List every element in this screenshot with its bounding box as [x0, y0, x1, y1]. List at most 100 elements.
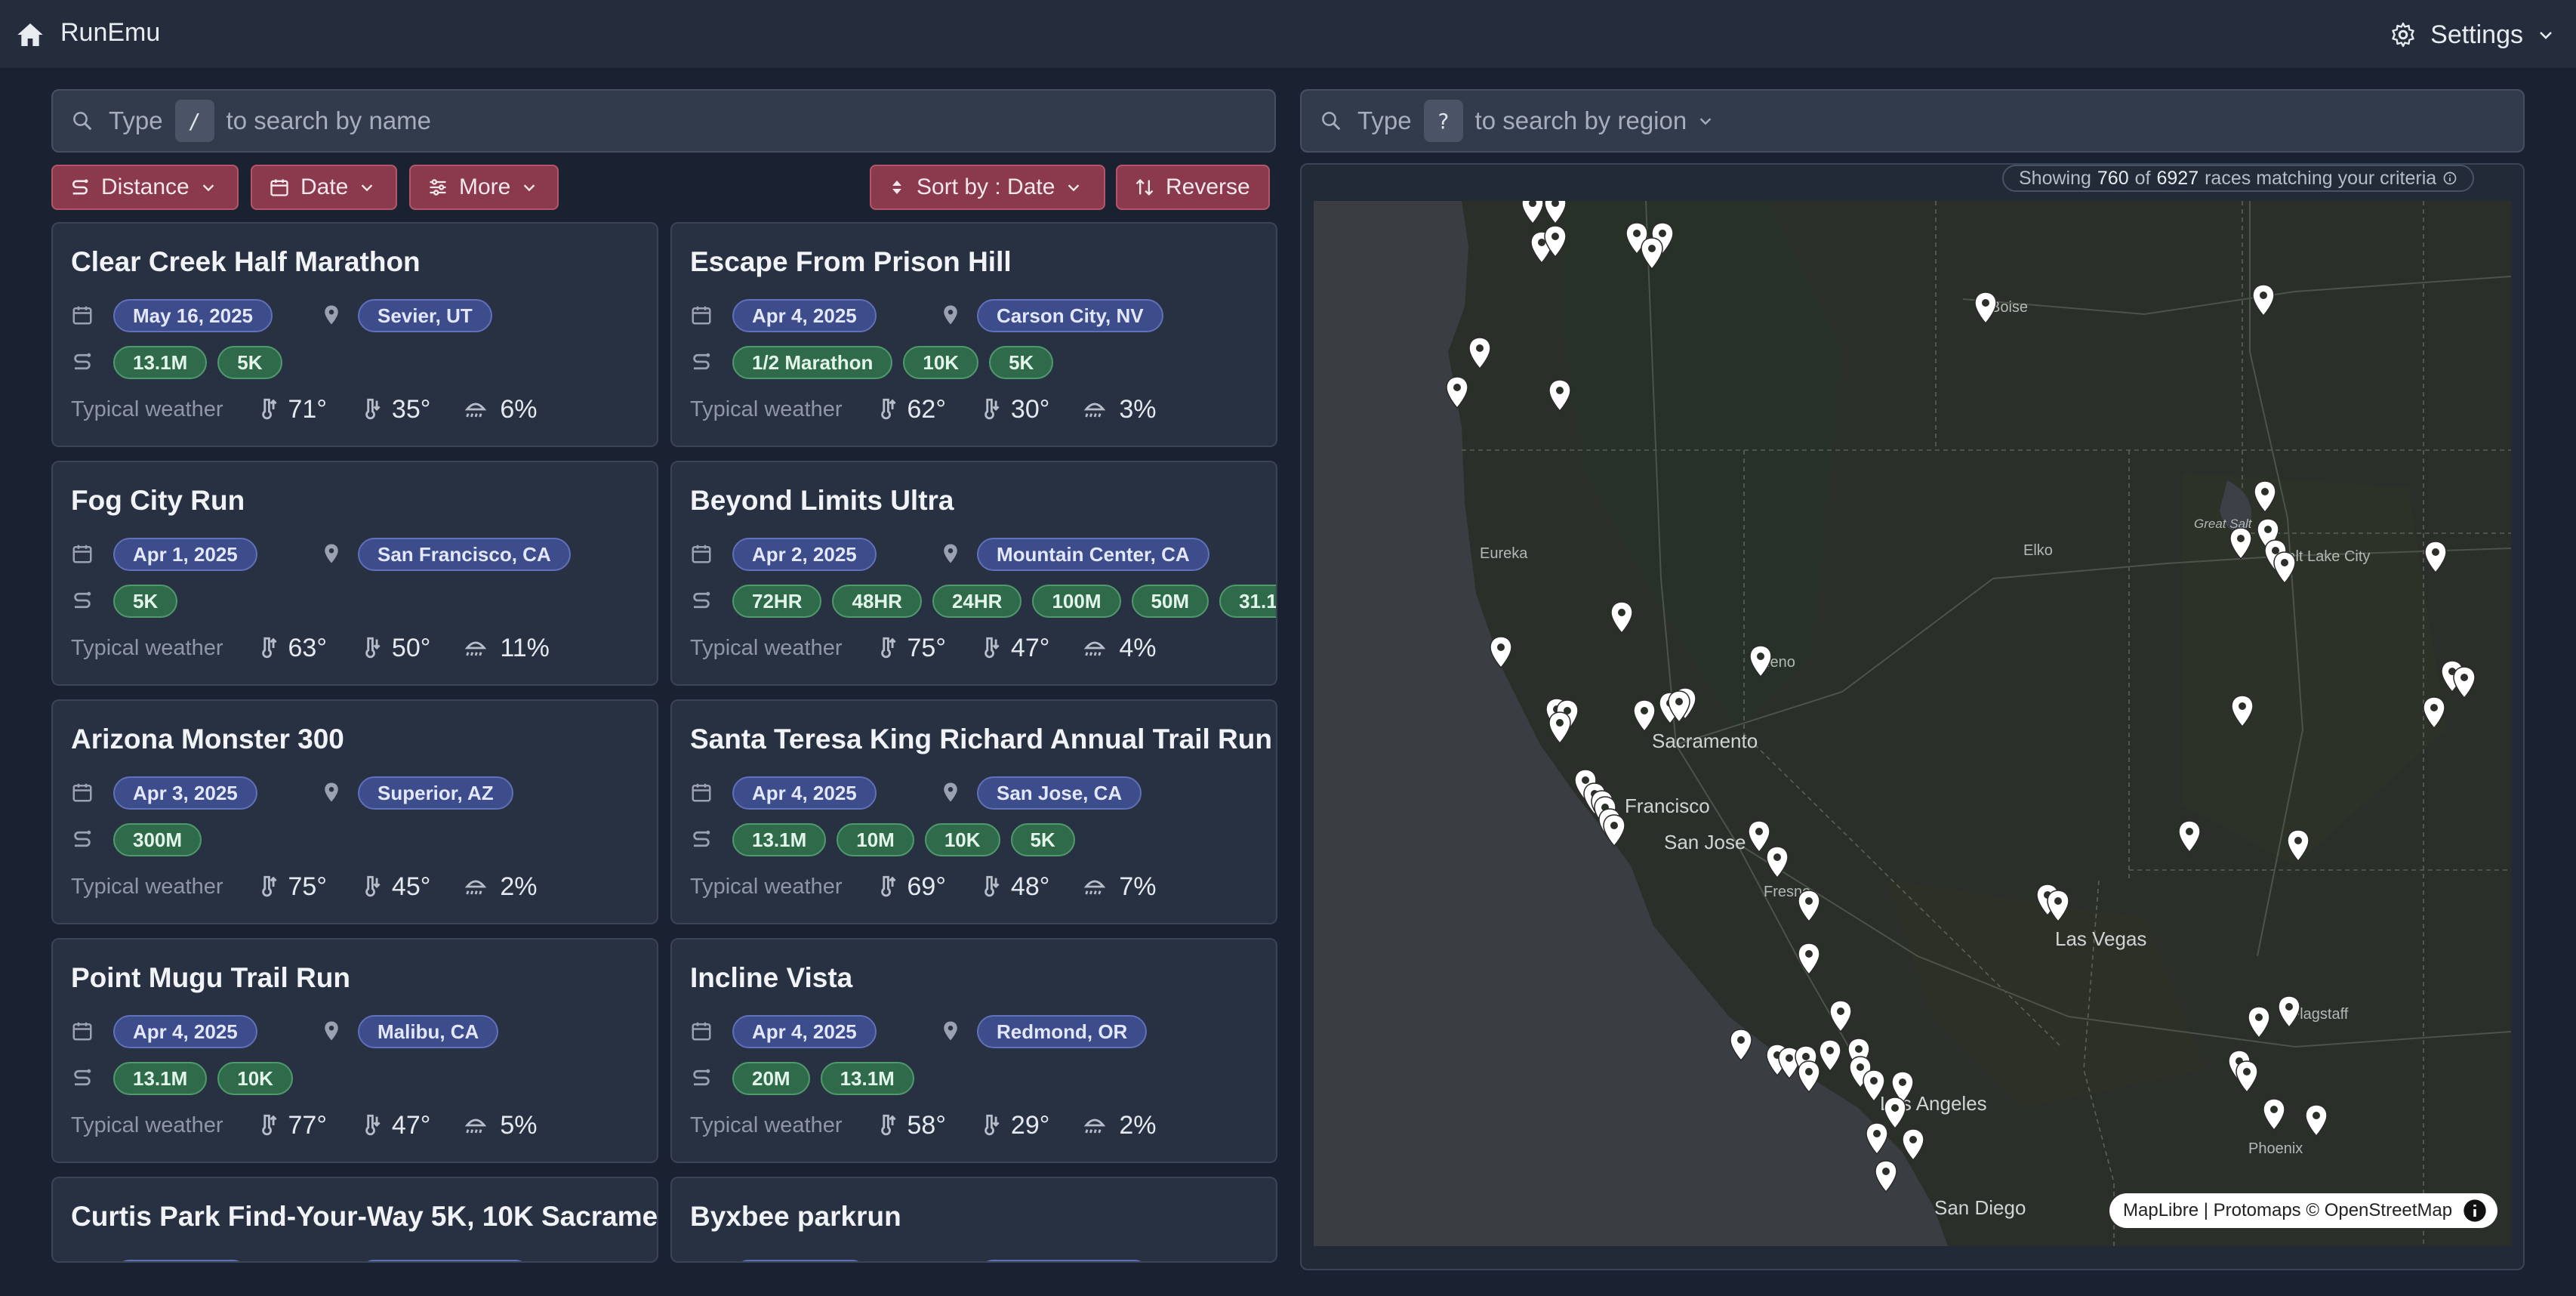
weather-label: Typical weather	[690, 397, 843, 421]
race-map-pin[interactable]	[1548, 711, 1572, 745]
typical-weather: Typical weather 69° 48° 7%	[690, 870, 1156, 903]
race-title[interactable]: Byxbee parkrun	[690, 1201, 901, 1233]
distance-chip: 5K	[1010, 823, 1075, 856]
race-map[interactable]: Sacramento Francisco San Jose Las Vegas …	[1314, 201, 2511, 1246]
race-card[interactable]: Santa Teresa King Richard Annual Trail R…	[670, 699, 1277, 924]
race-map-pin[interactable]	[2177, 820, 2202, 853]
race-map-pin[interactable]	[2262, 1098, 2286, 1131]
race-map-pin[interactable]	[1489, 636, 1513, 669]
race-location-chip[interactable]: Malibu, CA	[358, 1015, 499, 1048]
distance-chips: 5K	[113, 585, 178, 618]
race-card[interactable]: Beyond Limits Ultra Apr 2, 2025 Mountain C…	[670, 461, 1277, 686]
race-title[interactable]: Arizona Monster 300	[71, 724, 344, 755]
race-card[interactable]: Byxbee parkrun	[670, 1177, 1277, 1263]
race-title[interactable]: Point Mugu Trail Run	[71, 962, 350, 994]
thermometer-high-icon	[255, 635, 281, 661]
race-map-pin[interactable]	[1543, 225, 1567, 258]
race-map-pin[interactable]	[1901, 1128, 1925, 1162]
race-title[interactable]: Santa Teresa King Richard Annual Trail R…	[690, 724, 1272, 755]
race-card[interactable]: Fog City Run Apr 1, 2025 San Francisco, CA…	[51, 461, 658, 686]
map-label-san-francisco: Francisco	[1625, 795, 1710, 817]
race-map-pin[interactable]	[2230, 695, 2254, 728]
race-map-pin[interactable]	[1797, 943, 1821, 976]
race-map-pin[interactable]	[2272, 551, 2297, 585]
race-map-pin[interactable]	[2423, 541, 2448, 574]
home-icon[interactable]	[15, 20, 45, 50]
info-icon[interactable]	[2442, 171, 2457, 186]
race-map-pin[interactable]	[1468, 337, 1492, 370]
race-card[interactable]: Point Mugu Trail Run Apr 4, 2025 Malibu, C…	[51, 938, 658, 1163]
race-map-pin[interactable]	[2247, 1006, 2271, 1039]
race-location-chip[interactable]: Superior, AZ	[358, 776, 513, 810]
race-map-pin[interactable]	[1640, 237, 1664, 270]
race-map-pin[interactable]	[2253, 480, 2277, 514]
race-map-pin[interactable]	[1667, 690, 1691, 724]
calendar-icon	[690, 1020, 713, 1042]
race-map-pin[interactable]	[1818, 1039, 1842, 1072]
map-attribution: MapLibre | Protomaps © OpenStreetMap	[2109, 1193, 2498, 1228]
typical-weather: Typical weather 77° 47° 5%	[71, 1109, 537, 1142]
race-map-pin[interactable]	[1543, 201, 1567, 225]
race-title[interactable]: Curtis Park Find-Your-Way 5K, 10K Sacram…	[71, 1201, 657, 1233]
race-location-chip[interactable]: Sevier, UT	[358, 299, 492, 332]
umbrella-rain-icon	[462, 397, 489, 422]
route-icon	[690, 1066, 713, 1089]
race-card[interactable]: Clear Creek Half Marathon May 16, 2025 Sev…	[51, 222, 658, 447]
region-search-input[interactable]: Type ? to search by region	[1300, 89, 2525, 153]
route-icon	[71, 589, 94, 612]
race-title[interactable]: Clear Creek Half Marathon	[71, 246, 421, 278]
distance-chip: 10K	[924, 823, 1000, 856]
sort-button[interactable]: Sort by : Date	[870, 165, 1105, 210]
race-map-pin[interactable]	[1874, 1160, 1898, 1193]
app-title[interactable]: RunEmu	[60, 18, 160, 48]
race-map-pin[interactable]	[1521, 201, 1545, 225]
race-map-pin[interactable]	[1829, 1000, 1853, 1033]
race-location-chip[interactable]: Carson City, NV	[977, 299, 1163, 332]
race-map-pin[interactable]	[2251, 284, 2276, 317]
date-filter-button[interactable]: Date	[251, 165, 397, 210]
reverse-button[interactable]: Reverse	[1116, 165, 1270, 210]
race-map-pin[interactable]	[1632, 699, 1656, 733]
race-map-pin[interactable]	[1548, 379, 1572, 412]
race-map-pin[interactable]	[1602, 814, 1626, 847]
results-total: 6927	[2156, 167, 2199, 189]
race-title[interactable]: Escape From Prison Hill	[690, 246, 1012, 278]
info-icon[interactable]	[2463, 1199, 2487, 1223]
race-map-pin[interactable]	[1729, 1029, 1753, 1062]
race-map-pin[interactable]	[2286, 829, 2310, 862]
race-map-pin[interactable]	[1445, 376, 1469, 409]
race-location-chip[interactable]: San Francisco, CA	[358, 538, 571, 571]
map-label-sacramento: Sacramento	[1652, 730, 1758, 752]
settings-button[interactable]: Settings	[2390, 14, 2555, 56]
race-map-pin[interactable]	[1865, 1122, 1889, 1156]
race-title[interactable]: Fog City Run	[71, 485, 245, 517]
race-location-chip[interactable]: San Jose, CA	[977, 776, 1142, 810]
race-map-pin[interactable]	[1610, 601, 1634, 634]
race-title[interactable]: Beyond Limits Ultra	[690, 485, 954, 517]
race-card[interactable]: Arizona Monster 300 Apr 3, 2025 Superior, …	[51, 699, 658, 924]
race-map-pin[interactable]	[2422, 696, 2446, 730]
race-date-chip: Apr 1, 2025	[113, 538, 257, 571]
race-location-chip[interactable]: Mountain Center, CA	[977, 538, 1209, 571]
race-map-pin[interactable]	[1797, 890, 1821, 923]
race-map-pin[interactable]	[1765, 846, 1789, 879]
race-map-pin[interactable]	[1974, 292, 1998, 325]
race-date-chip	[113, 1260, 249, 1261]
race-location-chip[interactable]: Redmond, OR	[977, 1015, 1148, 1048]
race-map-pin[interactable]	[2235, 1060, 2259, 1094]
name-search-input[interactable]: Type / to search by name	[51, 89, 1276, 153]
race-map-pin[interactable]	[2046, 890, 2070, 923]
race-map-pin[interactable]	[2277, 995, 2301, 1029]
thermometer-low-icon	[359, 397, 384, 422]
more-filters-button[interactable]: More	[409, 165, 559, 210]
race-title[interactable]: Incline Vista	[690, 962, 852, 994]
race-map-pin[interactable]	[1749, 645, 1773, 678]
race-card[interactable]: Curtis Park Find-Your-Way 5K, 10K Sacram…	[51, 1177, 658, 1263]
distance-chips: 1/2 Marathon 10K 5K	[732, 346, 1054, 379]
race-map-pin[interactable]	[2229, 527, 2253, 560]
distance-filter-button[interactable]: Distance	[51, 165, 239, 210]
race-card[interactable]: Incline Vista Apr 4, 2025 Redmond, OR 20M 13…	[670, 938, 1277, 1163]
race-map-pin[interactable]	[2452, 666, 2476, 699]
race-map-pin[interactable]	[2304, 1104, 2328, 1137]
race-card[interactable]: Escape From Prison Hill Apr 4, 2025 Carson…	[670, 222, 1277, 447]
